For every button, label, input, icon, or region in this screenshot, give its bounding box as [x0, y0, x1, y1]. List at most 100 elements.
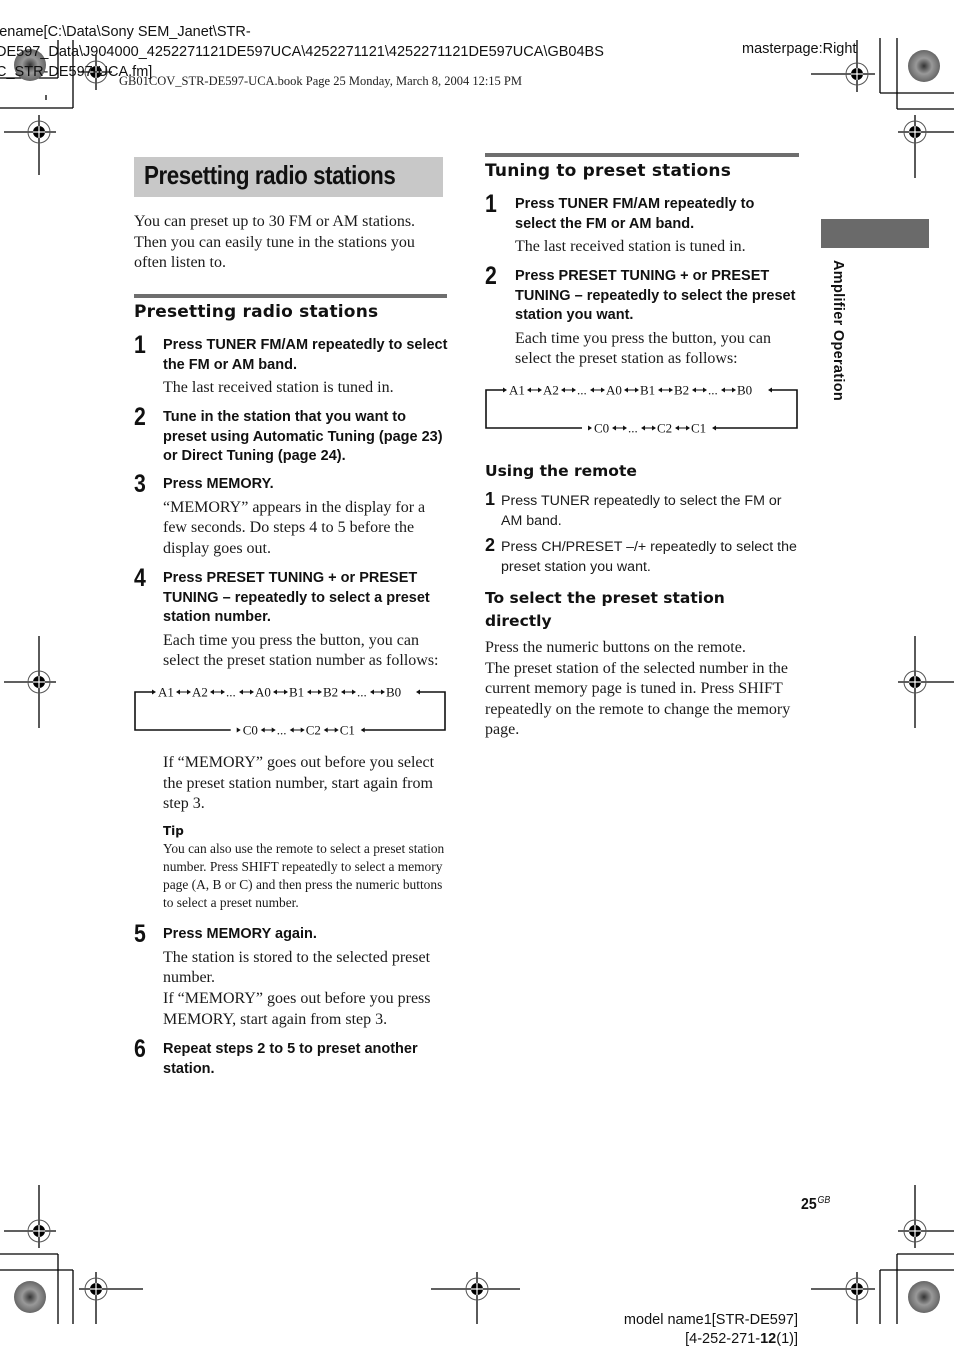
arrow-head: [239, 689, 243, 695]
preset-label: C2: [306, 723, 321, 738]
arrow-head: [612, 425, 617, 431]
preset-label: A0: [255, 685, 271, 700]
arrow-head: [561, 387, 565, 393]
arrow-head: [624, 387, 628, 393]
preset-label: B1: [289, 685, 304, 700]
color-target-bottom-right: [908, 1281, 940, 1313]
side-tab-bar: [821, 219, 929, 248]
crop-mark-top-right: [879, 38, 954, 110]
preset-label: ...: [577, 383, 587, 398]
arrow-head: [300, 727, 305, 733]
model-name: model name1[STR-DE597]: [623, 1312, 798, 1328]
step-number: 2: [485, 535, 496, 555]
preset-cycle-svg: A1 A2... A0 B1 B2... B0 C0... C2 C1: [485, 383, 798, 436]
arrow-head: [692, 387, 696, 393]
step-description: The last received station is tuned in.: [515, 238, 746, 255]
preset-label: A1: [158, 685, 174, 700]
page-title-box: Presetting radio stations: [134, 157, 443, 197]
step-description: Each time you press the button, you can …: [515, 329, 771, 368]
step-title: Press PRESET TUNING + or PRESET TUNING –…: [515, 268, 796, 323]
arrow-head: [503, 387, 507, 393]
arrow-head: [641, 425, 646, 431]
tip-text: You can also use the remote to select a …: [163, 841, 445, 910]
arrow-head: [703, 387, 707, 393]
step-number: 1: [485, 190, 497, 218]
arrow-head: [686, 425, 691, 431]
arrow-head: [768, 387, 772, 393]
select-directly-heading: To select the preset station directly: [485, 589, 725, 630]
step-title: Repeat steps 2 to 5 to preset another st…: [163, 1041, 418, 1077]
arrow-head: [381, 689, 385, 695]
crop-mark-bottom-right: [879, 1253, 954, 1324]
arrow-head: [307, 689, 311, 695]
arrow-head: [652, 425, 657, 431]
arrow-head: [370, 689, 374, 695]
page-number-value: 25: [801, 1196, 817, 1213]
section-heading-tuning: Tuning to preset stations: [485, 161, 732, 181]
step-number: 4: [134, 564, 146, 592]
crop-mark-bottom-left: [0, 1253, 74, 1324]
print-marks: [0, 38, 954, 1324]
step-title: Press PRESET TUNING + or PRESET TUNING –…: [163, 570, 430, 625]
step-description: The last received station is tuned in.: [163, 379, 394, 396]
step-number: 3: [134, 470, 146, 498]
arrow-head: [187, 689, 191, 695]
arrow-head: [352, 689, 356, 695]
remote-step-text: Press CH/PRESET –/+ repeatedly to select…: [501, 539, 797, 575]
arrow-head: [658, 387, 662, 393]
page-title: Presetting radio stations: [144, 160, 396, 190]
step-number: 2: [485, 262, 497, 290]
preset-label: A0: [606, 383, 622, 398]
arrow-head: [669, 387, 673, 393]
preset-label: B2: [323, 685, 338, 700]
section-rule: [485, 153, 799, 157]
arrow-head: [341, 689, 345, 695]
step-description: The station is stored to the selected pr…: [163, 948, 431, 1028]
preset-cycle-svg: A1 A2... A0 B1 B2... B0 C0... C2 C1: [134, 685, 446, 738]
preset-label: ...: [277, 723, 287, 738]
step-title: Press MEMORY.: [163, 476, 274, 492]
cycle-line-right: [713, 389, 798, 429]
select-directly-text: Press the numeric buttons on the remote.…: [485, 639, 791, 738]
side-tab-label: Amplifier Operation: [830, 260, 846, 402]
section-rule: [134, 294, 447, 298]
arrow-head: [712, 425, 717, 431]
arrow-head: [260, 727, 265, 733]
arrow-head: [635, 387, 639, 393]
preset-label: ...: [226, 685, 236, 700]
arrow-head: [334, 727, 339, 733]
arrow-head: [210, 689, 214, 695]
preset-label: B0: [737, 383, 752, 398]
arrow-head: [538, 387, 542, 393]
page-number: 25GB: [801, 1195, 830, 1214]
tip-label: Tip: [163, 824, 184, 838]
step-description: “MEMORY” appears in the display for a fe…: [163, 498, 426, 558]
arrow-head: [152, 689, 156, 695]
preset-label: A2: [192, 685, 208, 700]
arrow-head: [273, 689, 277, 695]
arrow-head: [623, 425, 628, 431]
arrow-head: [675, 425, 680, 431]
section-heading-presetting: Presetting radio stations: [134, 302, 379, 322]
arrow-head: [527, 387, 531, 393]
masterpage-label: masterpage:Right: [742, 41, 857, 57]
arrow-head: [271, 727, 276, 733]
preset-cycle-diagram: A1 A2... A0 B1 B2... B0 C0... C2 C1: [134, 684, 446, 739]
arrow-head: [236, 727, 241, 733]
arrow-head: [284, 689, 288, 695]
arrow-head: [416, 689, 420, 695]
using-remote-heading: Using the remote: [485, 462, 637, 480]
preset-cycle-diagram-right: A1 A2... A0 B1 B2... B0 C0... C2 C1: [485, 382, 798, 437]
cycle-line-left: [485, 389, 583, 429]
filename-line: lename[C:\Data\Sony SEM_Janet\STR-: [0, 24, 251, 40]
model-code-prefix: [4-252-271-: [685, 1331, 761, 1347]
color-target-bottom-left: [14, 1281, 46, 1313]
preset-label: C0: [243, 723, 258, 738]
step-title: Tune in the station that you want to pre…: [163, 409, 443, 464]
tip-block: Tip You can also use the remote to selec…: [163, 824, 449, 912]
preset-label: B1: [640, 383, 655, 398]
arrow-head: [250, 689, 254, 695]
step-description: Each time you press the button, you can …: [163, 631, 439, 670]
filename-line: DE597_Data\J904000_4252271121DE597UCA\42…: [0, 44, 604, 60]
step-number: 1: [134, 331, 146, 359]
